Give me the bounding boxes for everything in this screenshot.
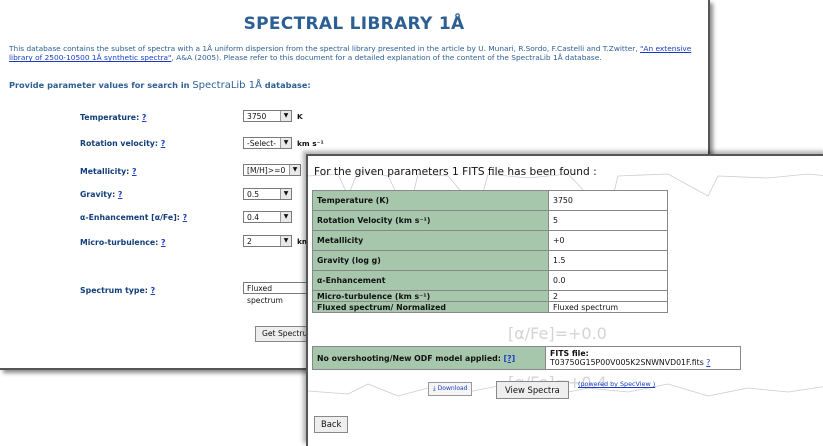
results-header: For the given parameters 1 FITS file has… [314, 166, 597, 178]
row-value: 0.0 [548, 270, 668, 291]
fits-file-label: FITS file: [550, 349, 589, 358]
help-link[interactable]: ? [161, 139, 166, 148]
fits-help-link[interactable]: ? [706, 358, 710, 367]
help-link[interactable]: ? [151, 286, 156, 295]
help-link[interactable]: ? [118, 190, 123, 199]
row-key: Fluxed spectrum/ Normalized [312, 301, 549, 313]
row-value: 3750 [548, 190, 668, 211]
label-temperature: Temperature: ? [80, 113, 147, 122]
results-window: [α/Fe]=+0.0 [α/Fe]=+0.4 For the given pa… [306, 154, 823, 446]
table-row: Temperature (K) 3750 [312, 190, 668, 211]
row-value: 1.5 [548, 250, 668, 271]
table-row: Metallicity +0 [312, 230, 668, 251]
help-link[interactable]: ? [161, 238, 166, 247]
view-spectra-button[interactable]: View Spectra [496, 381, 569, 399]
prompt-suffix: database: [261, 80, 311, 90]
label-spectrum-type: Spectrum type: ? [80, 286, 156, 295]
row-value: 5 [548, 210, 668, 231]
label-alpha-enhancement: α-Enhancement [α/Fe]: ? [80, 213, 188, 222]
prompt-lib-name: SpectraLib 1Å [192, 80, 262, 91]
row-key: Metallicity [312, 230, 549, 251]
search-prompt: Provide parameter values for search in S… [9, 80, 311, 91]
help-link[interactable]: ? [132, 167, 137, 176]
row-value: 2 [548, 290, 668, 302]
results-table: Temperature (K) 3750 Rotation Velocity (k… [312, 190, 668, 313]
odf-label: No overshooting/New ODF model applied: [… [312, 346, 546, 370]
label-metallicity: Metallicity: ? [80, 167, 137, 176]
table-row: Gravity (log g) 1.5 [312, 250, 668, 271]
download-button[interactable]: ⤓ Download [428, 382, 473, 396]
row-key: Rotation Velocity (km s⁻¹) [312, 210, 549, 231]
rotation-velocity-select[interactable]: -Select- ▼ [243, 137, 292, 149]
help-link[interactable]: ? [142, 113, 147, 122]
odf-help-link[interactable]: [?] [504, 354, 516, 363]
chevron-down-icon: ▼ [289, 165, 300, 175]
help-link[interactable]: ? [183, 213, 188, 222]
intro-text: This database contains the subset of spe… [9, 44, 703, 62]
chevron-down-icon: ▼ [280, 189, 291, 199]
label-rotation-velocity: Rotation velocity: ? [80, 139, 166, 148]
back-button[interactable]: Back [314, 416, 349, 433]
table-row: Fluxed spectrum/ Normalized Fluxed spectr… [312, 301, 668, 313]
page-title: SPECTRAL LIBRARY 1Å [243, 14, 465, 34]
fits-file-cell: FITS file: T03750G15P00V005K2SNWNVD01F.f… [545, 346, 741, 370]
metallicity-select[interactable]: [M/H]>=0 ▼ [243, 164, 301, 176]
spectrum-type-select[interactable]: Fluxed spectrum [243, 282, 309, 305]
chevron-down-icon: ▼ [280, 138, 291, 148]
temperature-unit: K [297, 112, 303, 121]
rotation-velocity-unit: km s⁻¹ [297, 139, 324, 148]
row-key: α-Enhancement [312, 270, 549, 291]
gravity-select[interactable]: 0.5 ▼ [243, 188, 292, 200]
table-row: No overshooting/New ODF model applied: [… [312, 346, 741, 370]
row-key: Gravity (log g) [312, 250, 549, 271]
powered-by-specview-link[interactable]: (powered by SpecView ) [578, 380, 655, 388]
chevron-down-icon: ▼ [280, 236, 291, 246]
row-value: Fluxed spectrum [548, 301, 668, 313]
table-row: α-Enhancement 0.0 [312, 270, 668, 291]
row-value: +0 [548, 230, 668, 251]
download-icon: ⤓ [433, 385, 436, 392]
label-gravity: Gravity: ? [80, 190, 123, 199]
row-key: Micro-turbulence (km s⁻¹) [312, 290, 549, 302]
row-key: Temperature (K) [312, 190, 549, 211]
fits-file-name: T03750G15P00V005K2SNWNVD01F.fits [550, 358, 704, 367]
temperature-select[interactable]: 3750 ▼ [243, 110, 292, 122]
intro-suffix: , A&A (2005). Please refer to this docum… [171, 53, 602, 63]
micro-turbulence-select[interactable]: 2 ▼ [243, 235, 292, 247]
fits-file-table: No overshooting/New ODF model applied: [… [312, 346, 741, 370]
label-micro-turbulence: Micro-turbulence: ? [80, 238, 166, 247]
alpha-enhancement-select[interactable]: 0.4 ▼ [243, 211, 292, 223]
table-row: Micro-turbulence (km s⁻¹) 2 [312, 290, 668, 302]
chevron-down-icon: ▼ [280, 111, 291, 121]
intro-prefix: This database contains the subset of spe… [9, 44, 638, 53]
prompt-prefix: Provide parameter values for search in [9, 80, 193, 90]
bg-label-fe-a: [α/Fe]=+0.0 [508, 324, 607, 343]
table-row: Rotation Velocity (km s⁻¹) 5 [312, 210, 668, 231]
chevron-down-icon: ▼ [280, 212, 291, 222]
